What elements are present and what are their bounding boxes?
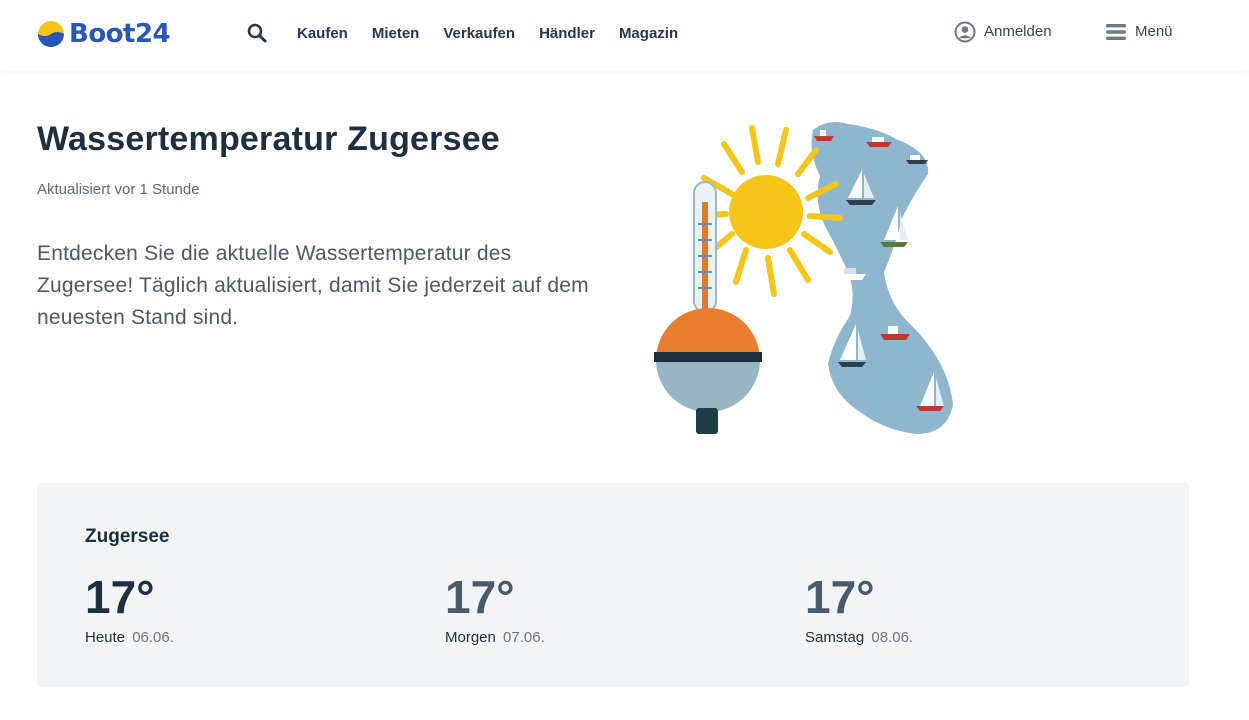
logo-text: Boot24 (69, 19, 171, 49)
nav-item-mieten[interactable]: Mieten (372, 24, 420, 44)
login-button[interactable]: Anmelden (954, 21, 1052, 43)
page-title: Wassertemperatur Zugersee (37, 120, 500, 158)
nav-item-verkaufen[interactable]: Verkaufen (443, 24, 515, 44)
day-label: Morgen (445, 629, 496, 646)
day-label: Samstag (805, 629, 865, 646)
menu-label: Menü (1135, 23, 1173, 40)
menu-button[interactable]: Menü (1105, 21, 1173, 43)
day-date: 08.06. (871, 629, 914, 646)
updated-text: Aktualisiert vor 1 Stunde (37, 181, 200, 198)
forecast-day-tomorrow: 17° Morgen 07.06. (445, 571, 545, 646)
day-date: 07.06. (503, 629, 545, 646)
nav-item-haendler[interactable]: Händler (539, 24, 595, 44)
day-date: 06.06. (132, 629, 174, 646)
nav-item-magazin[interactable]: Magazin (619, 24, 678, 44)
lake-name: Zugersee (85, 526, 170, 547)
logo-mark-icon (38, 21, 64, 47)
site-header: Boot24 Kaufen Mieten Verkaufen Händler M… (0, 0, 1249, 70)
forecast-card: Zugersee 17° Heute 06.06. 17° Morgen 07.… (37, 483, 1189, 687)
day-label: Heute (85, 629, 126, 646)
intro-text: Entdecken Sie die aktuelle Wassertempera… (37, 242, 589, 329)
main-nav: Kaufen Mieten Verkaufen Händler Magazin (297, 24, 678, 44)
temperature-value: 17° (85, 571, 155, 623)
search-button[interactable] (246, 22, 268, 44)
login-label: Anmelden (984, 23, 1052, 40)
user-circle-icon (954, 21, 976, 43)
temperature-value: 17° (805, 571, 875, 623)
hamburger-icon (1106, 24, 1126, 40)
forecast-day-today: 17° Heute 06.06. (85, 571, 174, 646)
lake-illustration (654, 122, 953, 434)
nav-item-kaufen[interactable]: Kaufen (297, 24, 348, 44)
logo[interactable]: Boot24 (37, 19, 171, 49)
forecast-day-saturday: 17° Samstag 08.06. (805, 571, 913, 646)
search-icon (247, 23, 267, 43)
temperature-value: 17° (445, 571, 515, 623)
